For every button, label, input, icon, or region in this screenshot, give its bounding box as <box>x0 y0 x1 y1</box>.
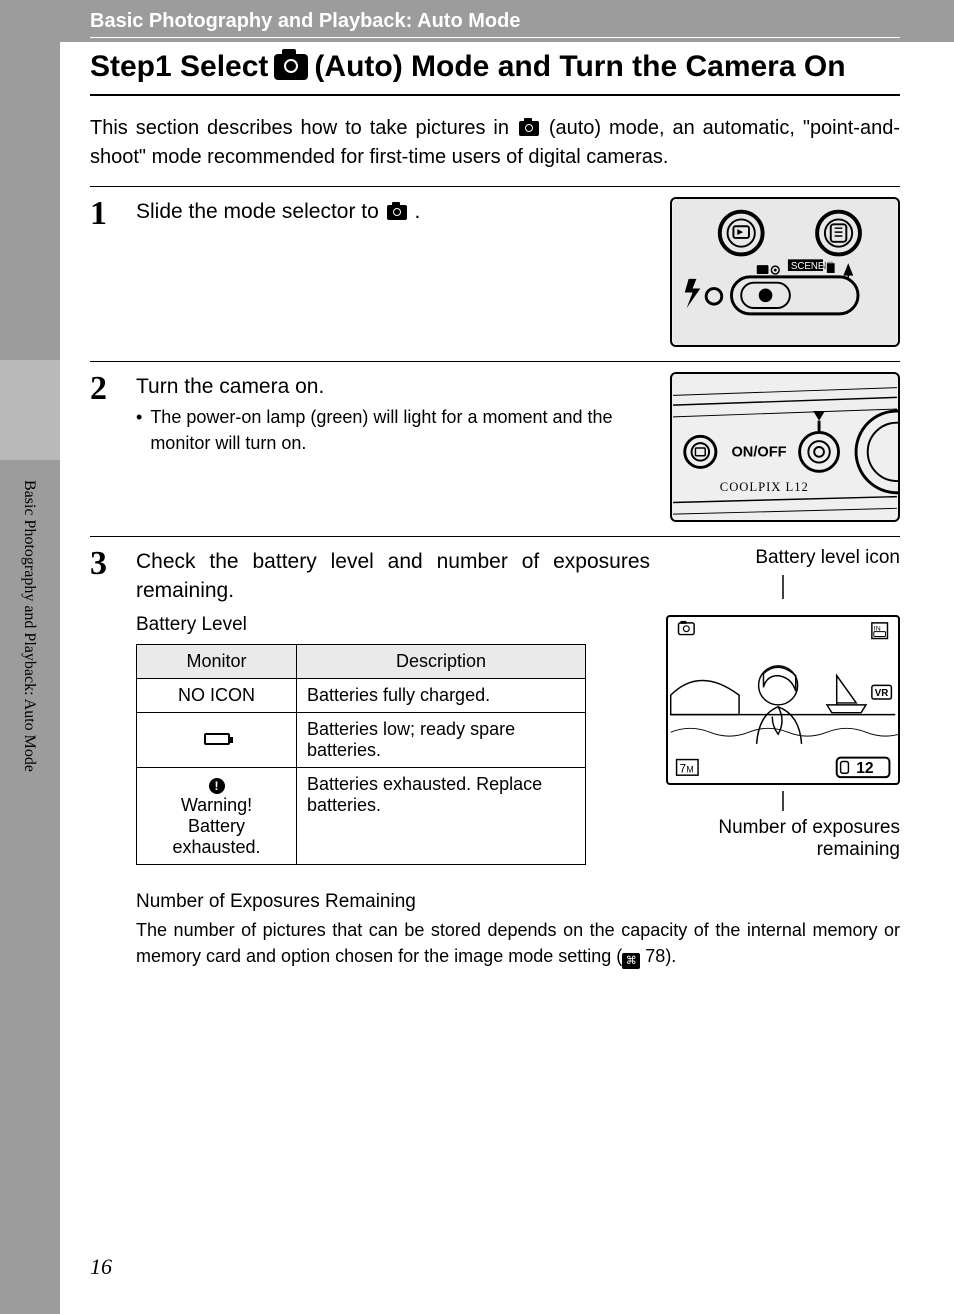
monitor-cell <box>137 712 297 767</box>
battery-low-icon <box>204 733 230 745</box>
warning-icon: ! <box>209 778 225 794</box>
lcd-exposure-count: 12 <box>856 760 874 777</box>
description-cell: Batteries exhausted. Replace batteries. <box>297 767 586 864</box>
step-number: 3 <box>90 547 124 969</box>
step-2-bullet: • The power-on lamp (green) will light f… <box>136 405 654 455</box>
lcd-preview: IN <box>666 615 900 785</box>
step-2-illustration: ON/OFF COOLPIX L12 <box>670 372 900 522</box>
svg-text:SCENE: SCENE <box>791 261 825 272</box>
camera-icon <box>387 205 407 220</box>
warning-line: exhausted. <box>147 837 286 858</box>
breadcrumb-band: Basic Photography and Playback: Auto Mod… <box>0 0 954 42</box>
exposures-remaining-label-2: remaining <box>666 839 900 861</box>
svg-text:M: M <box>686 764 693 774</box>
table-header-monitor: Monitor <box>137 644 297 678</box>
step-3: 3 Check the battery level and number of … <box>90 536 900 969</box>
svg-text:COOLPIX L12: COOLPIX L12 <box>720 480 809 494</box>
page-title: Step1 Select (Auto) Mode and Turn the Ca… <box>90 42 900 96</box>
title-pre: Step1 Select <box>90 50 268 84</box>
description-cell: Batteries low; ready spare batteries. <box>297 712 586 767</box>
svg-text:VR: VR <box>875 688 889 699</box>
battery-icon-label: Battery level icon <box>666 547 900 569</box>
monitor-cell: NO ICON <box>137 678 297 712</box>
battery-level-table: Monitor Description NO ICON Batteries fu… <box>136 644 586 865</box>
monitor-cell: ! Warning! Battery exhausted. <box>137 767 297 864</box>
intro-paragraph: This section describes how to take pictu… <box>90 114 900 172</box>
exposures-remaining-label-1: Number of exposures <box>666 817 900 839</box>
step-number: 1 <box>90 197 124 347</box>
page-ref-icon: ⌘ <box>622 953 640 969</box>
side-section-label: Basic Photography and Playback: Auto Mod… <box>20 480 38 772</box>
pointer-line-icon <box>778 575 788 599</box>
step-1: 1 Slide the mode selector to . <box>90 186 900 347</box>
camera-icon <box>519 121 539 136</box>
table-row: NO ICON Batteries fully charged. <box>137 678 586 712</box>
exposures-remaining-heading: Number of Exposures Remaining <box>136 891 900 913</box>
intro-pre: This section describes how to take pictu… <box>90 117 517 139</box>
svg-text:ON/OFF: ON/OFF <box>731 445 786 461</box>
warning-line: Battery <box>147 816 286 837</box>
camera-icon <box>274 54 308 80</box>
bullet-text: The power-on lamp (green) will light for… <box>150 405 654 455</box>
step-number: 2 <box>90 372 124 522</box>
manual-page: Basic Photography and Playback: Auto Mod… <box>60 0 954 1314</box>
exposures-remaining-paragraph: The number of pictures that can be store… <box>136 917 900 969</box>
table-row: ! Warning! Battery exhausted. Batteries … <box>137 767 586 864</box>
pointer-line-icon <box>778 791 788 811</box>
bullet-dot: • <box>136 405 142 455</box>
step-2-title: Turn the camera on. <box>136 372 654 401</box>
warning-line: Warning! <box>147 795 286 816</box>
table-row: Batteries low; ready spare batteries. <box>137 712 586 767</box>
step-2: 2 Turn the camera on. • The power-on lam… <box>90 361 900 522</box>
step-1-illustration: SCENE SCENE <box>670 197 900 347</box>
title-post: (Auto) Mode and Turn the Camera On <box>314 50 845 84</box>
step-1-title: Slide the mode selector to . <box>136 197 654 226</box>
step-3-right-panel: Battery level icon <box>666 547 900 865</box>
svg-text:7: 7 <box>679 762 686 775</box>
table-header-description: Description <box>297 644 586 678</box>
description-cell: Batteries fully charged. <box>297 678 586 712</box>
battery-level-heading: Battery Level <box>136 614 650 636</box>
breadcrumb: Basic Photography and Playback: Auto Mod… <box>90 10 900 38</box>
page-number: 16 <box>90 1254 112 1280</box>
step-3-title: Check the battery level and number of ex… <box>136 547 650 606</box>
side-tab <box>0 360 60 460</box>
